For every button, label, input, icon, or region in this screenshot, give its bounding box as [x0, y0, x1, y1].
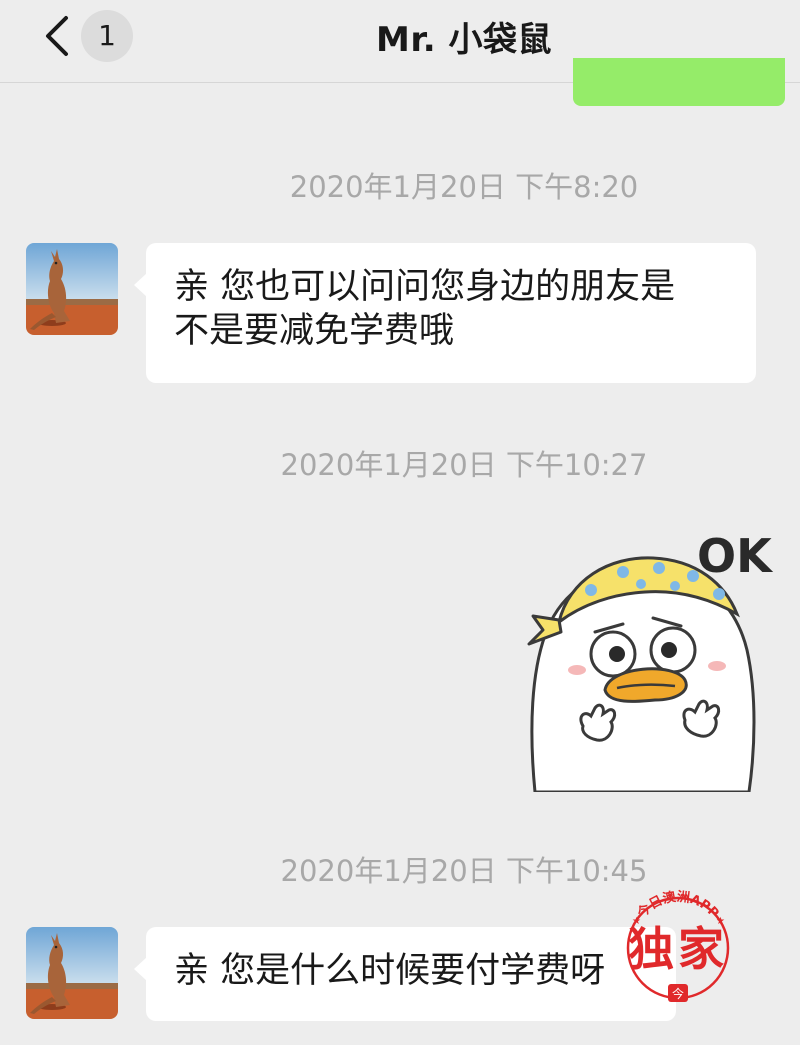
timestamp: 2020年1月20日 下午8:20: [289, 170, 639, 204]
kangaroo-avatar-image: [26, 243, 118, 335]
timestamp: 2020年1月20日 下午10:45: [280, 854, 648, 888]
timestamp: 2020年1月20日 下午10:27: [280, 448, 648, 482]
watermark-small-mark: 今: [672, 986, 684, 1001]
previous-sent-message-bubble[interactable]: [573, 58, 785, 106]
kangaroo-avatar-image: [26, 927, 118, 1019]
message-text-line: 亲 您也可以问问您身边的朋友是: [174, 267, 676, 307]
watermark-text: 独家: [628, 922, 728, 976]
kangaroo-avatar[interactable]: [26, 927, 118, 1019]
bubble-tail: [134, 273, 147, 297]
chat-title: Mr. 小袋鼠: [375, 20, 552, 60]
duck-ok-sticker[interactable]: OK: [525, 520, 800, 792]
message-text: 亲 您是什么时候要付学费呀: [174, 951, 606, 991]
bubble-tail: [134, 957, 147, 981]
kangaroo-avatar[interactable]: [26, 243, 118, 335]
received-message-bubble[interactable]: 亲 您也可以问问您身边的朋友是 不是要减免学费哦: [134, 243, 756, 383]
received-message-bubble[interactable]: 亲 您是什么时候要付学费呀: [134, 927, 676, 1021]
sticker-ok-text: OK: [697, 529, 774, 583]
message-text-line: 不是要减免学费哦: [174, 311, 455, 351]
